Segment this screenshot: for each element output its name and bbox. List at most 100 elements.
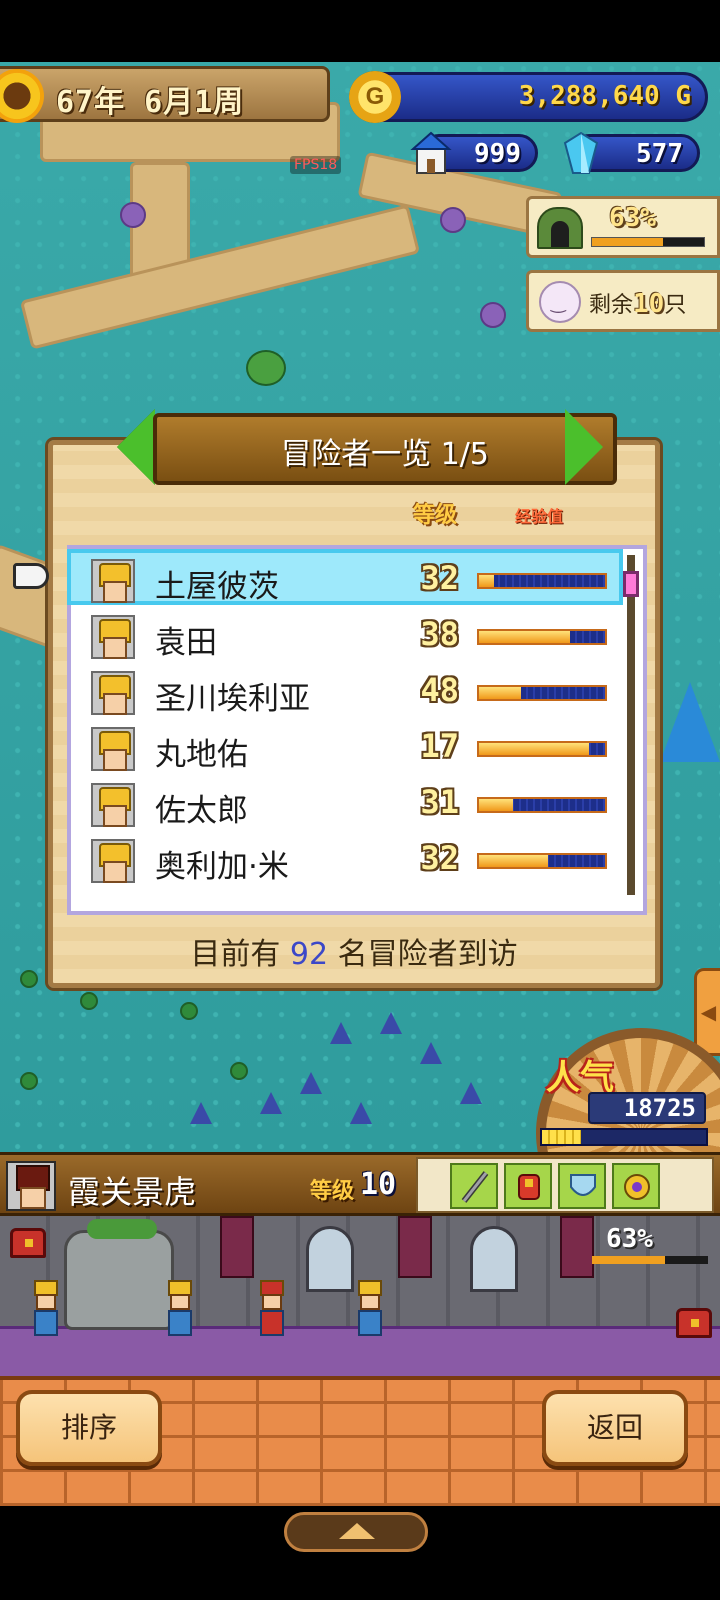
adventurer-exp-bar	[477, 573, 607, 589]
house-roof	[300, 1072, 322, 1094]
tree-icon	[230, 1062, 248, 1080]
dungeon-progress-panel[interactable]: 63%	[526, 196, 720, 258]
hero-level-label: 等级	[310, 1179, 355, 1204]
popularity-bar-fill	[542, 1130, 582, 1144]
castle-window	[470, 1226, 518, 1292]
adventurer-exp-fill	[479, 687, 521, 699]
adventurer-name: 佐太郎	[155, 793, 248, 829]
expand-up-button[interactable]	[284, 1512, 428, 1552]
coin-icon: G	[349, 71, 401, 123]
adventurer-level: 32	[420, 559, 459, 597]
adventurer-portrait	[91, 615, 135, 659]
adventurer-list[interactable]: 土屋彼茨 32 袁田 38 圣川埃利亚 48 丸地佑 17 佐太郎 31 奥利加·米 32	[67, 545, 647, 915]
adventurer-portrait	[91, 671, 135, 715]
adventurer-sprite[interactable]	[246, 350, 286, 386]
chevron-left-icon: ◀	[700, 1000, 717, 1024]
adventurer-exp-fill	[479, 799, 514, 811]
adventurer-list-dialog: 冒险者一览 1/5 等级 经验值 土屋彼茨 32 袁田 38 圣川埃利亚 48 丸地佑 17 佐…	[13, 409, 660, 988]
ice-castle	[660, 682, 720, 762]
house-roof	[190, 1102, 212, 1124]
adventurer-row[interactable]: 佐太郎 31	[71, 777, 619, 833]
equip-slot-accessory[interactable]	[612, 1163, 660, 1209]
status-bar	[0, 0, 720, 62]
purple-bush-icon	[480, 302, 506, 328]
popularity-value-box: 18725	[588, 1092, 706, 1124]
adventurer-row[interactable]: 奥利加·米 32	[71, 833, 619, 889]
adventurer-row[interactable]: 丸地佑 17	[71, 721, 619, 777]
dialog-header: 冒险者一览 1/5	[153, 413, 617, 485]
castle-progress-percent: 63%	[606, 1224, 653, 1254]
party-member	[160, 1280, 200, 1340]
remaining-monsters-panel[interactable]: 剩余10只	[526, 270, 720, 332]
tree-icon	[80, 992, 98, 1010]
castle-banner	[560, 1216, 594, 1278]
tree-icon	[180, 1002, 198, 1020]
treasure-chest-icon[interactable]	[10, 1228, 46, 1258]
purple-bush-icon	[120, 202, 146, 228]
houses-display: 999	[410, 131, 538, 174]
adventurer-level: 38	[420, 615, 459, 653]
house-roof	[380, 1012, 402, 1034]
ghost-icon	[539, 281, 581, 323]
house-roof	[350, 1102, 372, 1124]
adventurer-exp-fill	[479, 575, 495, 587]
remaining-text: 剩余10只	[589, 289, 687, 319]
visitor-count-text: 目前有 92 名冒险者到访	[190, 937, 518, 972]
house-roof	[420, 1042, 442, 1064]
party-member	[26, 1280, 66, 1340]
adventurer-name: 土屋彼茨	[155, 569, 279, 605]
hero-portrait[interactable]	[6, 1161, 56, 1211]
adventurer-exp-fill	[479, 631, 570, 643]
prev-page-arrow-icon[interactable]	[117, 409, 155, 485]
next-page-arrow-icon[interactable]	[565, 409, 603, 485]
dialog-title: 冒险者一览 1/5	[281, 437, 489, 472]
party-member	[350, 1280, 390, 1340]
adventurer-level: 32	[420, 839, 459, 877]
tree-icon	[20, 1072, 38, 1090]
hero-name: 霞关景虎	[68, 1173, 197, 1211]
equip-slot-weapon[interactable]	[450, 1163, 498, 1209]
adventurer-name: 袁田	[155, 625, 217, 661]
column-header-level[interactable]: 等级	[413, 497, 457, 529]
party-member	[252, 1280, 292, 1340]
hero-level: 10	[360, 1167, 397, 1202]
side-panel-toggle[interactable]: ◀	[694, 968, 720, 1056]
column-header-exp[interactable]: 经验值	[515, 503, 563, 527]
scrollbar-thumb[interactable]	[623, 571, 639, 597]
castle-banner	[398, 1216, 432, 1278]
popularity-bar	[540, 1128, 708, 1146]
popularity-value: 18725	[623, 1094, 696, 1122]
adventurer-name: 丸地佑	[155, 737, 248, 773]
adventurer-row[interactable]: 土屋彼茨 32	[67, 549, 623, 605]
treasure-chest-icon[interactable]	[676, 1308, 712, 1338]
sort-button[interactable]: 排序	[16, 1390, 162, 1466]
castle-banner	[220, 1216, 254, 1278]
dungeon-progress-fill	[592, 238, 663, 246]
adventurer-level: 31	[420, 783, 459, 821]
adventurer-exp-bar	[477, 629, 607, 645]
crystal-icon	[563, 131, 599, 174]
adventurer-row[interactable]: 袁田 38	[71, 609, 619, 665]
hero-info-bar[interactable]: 霞关景虎 等级 10	[0, 1152, 720, 1216]
back-button[interactable]: 返回	[542, 1390, 688, 1466]
house-roof	[460, 1082, 482, 1104]
date-text: 67年 6月1周	[56, 85, 245, 120]
dungeon-progress-bar	[591, 237, 705, 247]
adventurer-level: 48	[420, 671, 459, 709]
adventurer-exp-fill	[479, 855, 549, 867]
adventurer-portrait	[91, 559, 135, 603]
house-roof	[260, 1092, 282, 1114]
adventurer-row[interactable]: 圣川埃利亚 48	[71, 665, 619, 721]
gold-amount: 3,288,640 G	[518, 81, 691, 111]
adventurer-level: 17	[420, 727, 459, 765]
castle-progress-fill	[592, 1256, 666, 1264]
equipment-strip	[416, 1157, 714, 1213]
amulet-icon	[624, 1174, 650, 1200]
equip-slot-armor[interactable]	[504, 1163, 552, 1209]
dungeon-icon	[537, 207, 583, 249]
adventurer-name: 圣川埃利亚	[155, 681, 310, 717]
castle-progress-bar	[592, 1256, 708, 1264]
adventurer-portrait	[91, 727, 135, 771]
scrollbar-track[interactable]	[627, 555, 635, 895]
equip-slot-shield[interactable]	[558, 1163, 606, 1209]
